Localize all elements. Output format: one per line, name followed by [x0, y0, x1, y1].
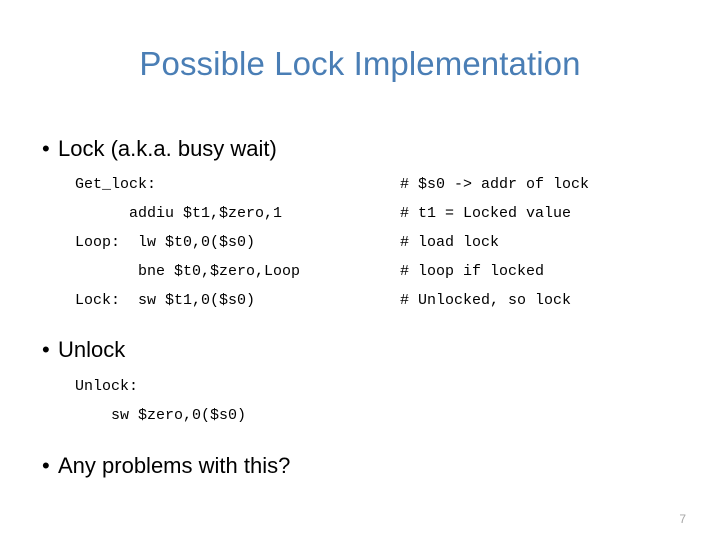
code-comment: # t1 = Locked value: [400, 205, 572, 222]
slide-canvas: Possible Lock Implementation • Lock (a.k…: [0, 0, 720, 540]
bullet-marker-icon: •: [42, 337, 50, 362]
code-text: Lock: sw $t1,0($s0): [75, 292, 256, 309]
code-text: sw $zero,0($s0): [75, 407, 247, 424]
code-comment: # $s0 -> addr of lock: [400, 176, 590, 193]
bullet-item-lock: • Lock (a.k.a. busy wait): [42, 135, 277, 163]
code-text: Loop: lw $t0,0($s0): [75, 234, 256, 251]
bullet-item-any-problems: • Any problems with this?: [42, 452, 290, 480]
bullet-label-lock: Lock (a.k.a. busy wait): [58, 136, 277, 161]
code-text: bne $t0,$zero,Loop: [75, 263, 301, 280]
code-line: Lock: sw $t1,0($s0) # Unlocked, so lock: [75, 286, 589, 315]
bullet-label-unlock: Unlock: [58, 337, 126, 362]
code-line: sw $zero,0($s0): [75, 401, 400, 430]
bullet-label-any-problems: Any problems with this?: [58, 453, 291, 478]
code-comment: # load lock: [400, 234, 500, 251]
code-block-unlock: Unlock: sw $zero,0($s0): [75, 372, 400, 430]
bullet-marker-icon: •: [42, 453, 50, 478]
code-line: Get_lock: # $s0 -> addr of lock: [75, 170, 589, 199]
code-text: Get_lock:: [75, 176, 157, 193]
bullet-item-unlock: • Unlock: [42, 336, 125, 364]
code-text: addiu $t1,$zero,1: [75, 205, 283, 222]
code-text: Unlock:: [75, 378, 139, 395]
code-line: Unlock:: [75, 372, 400, 401]
code-line: addiu $t1,$zero,1 # t1 = Locked value: [75, 199, 589, 228]
page-title: Possible Lock Implementation: [139, 45, 581, 82]
code-comment: # loop if locked: [400, 263, 545, 280]
code-block-get-lock: Get_lock: # $s0 -> addr of lock addiu $t1…: [75, 170, 589, 315]
code-line: bne $t0,$zero,Loop # loop if locked: [75, 257, 589, 286]
bullet-marker-icon: •: [42, 136, 50, 161]
code-line: Loop: lw $t0,0($s0) # load lock: [75, 228, 589, 257]
code-comment: # Unlocked, so lock: [400, 292, 572, 309]
page-number: 7: [679, 512, 686, 526]
